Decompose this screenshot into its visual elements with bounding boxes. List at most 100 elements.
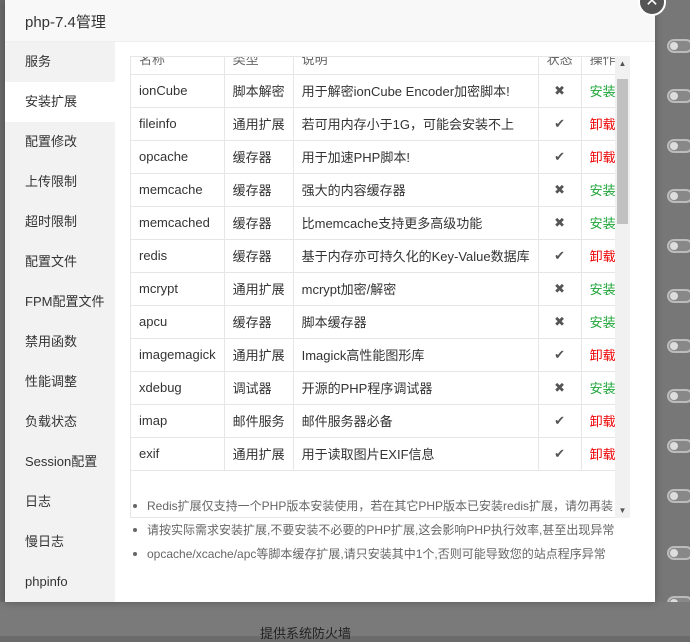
cross-icon: ✖	[538, 305, 582, 339]
column-header-desc: 说明	[293, 57, 539, 75]
background-toggle	[667, 89, 690, 103]
sidebar-item-log[interactable]: 日志	[5, 482, 115, 522]
note-text: 请按实际需求安装扩展,不要安装不必要的PHP扩展,这会影响PHP执行效率,甚至出…	[147, 523, 615, 537]
table-row: exif 通用扩展 用于读取图片EXIF信息 ✔ 卸载	[131, 437, 624, 471]
background-toggle	[667, 189, 690, 203]
background-toggle	[667, 439, 690, 453]
check-icon: ✔	[538, 107, 582, 141]
extension-name: fileinfo	[131, 107, 225, 141]
extension-type: 调试器	[224, 371, 294, 405]
extension-desc: 用于解密ionCube Encoder加密脚本!	[293, 74, 539, 108]
extension-desc: Imagick高性能图形库	[293, 338, 539, 372]
sidebar-item-fpm-config[interactable]: FPM配置文件	[5, 282, 115, 322]
cross-icon: ✖	[538, 206, 582, 240]
extension-type: 缓存器	[224, 305, 294, 339]
column-header-name: 名称	[131, 57, 225, 75]
background-toggle	[667, 339, 690, 353]
table-row: ionCube 脚本解密 用于解密ionCube Encoder加密脚本! ✖ 安装	[131, 74, 624, 108]
table-row: fileinfo 通用扩展 若可用内存小于1G，可能会安装不上 ✔ 卸载	[131, 107, 624, 141]
table-scrollbar[interactable]: ▲ ▼	[615, 56, 630, 518]
extension-desc: 强大的内容缓存器	[293, 173, 539, 207]
extension-desc: 用于加速PHP脚本!	[293, 140, 539, 174]
table-row: imagemagick 通用扩展 Imagick高性能图形库 ✔ 卸载	[131, 338, 624, 372]
extension-desc: 邮件服务器必备	[293, 404, 539, 438]
table-header-row: 名称 类型 说明 状态 操作	[131, 57, 624, 75]
background-label: 提供系统防火墙	[260, 626, 352, 641]
table-row: redis 缓存器 基于内存亦可持久化的Key-Value数据库 ✔ 卸载	[131, 239, 624, 273]
cross-icon: ✖	[538, 371, 582, 405]
extension-name: memcache	[131, 173, 225, 207]
bullet-icon	[133, 504, 137, 508]
sidebar: 服务 安装扩展 配置修改 上传限制 超时限制 配置文件 FPM配置文件 禁用函数…	[5, 42, 115, 602]
table-row: mcrypt 通用扩展 mcrypt加密/解密 ✖ 安装	[131, 272, 624, 306]
sidebar-item-slow-log[interactable]: 慢日志	[5, 522, 115, 562]
extension-name: apcu	[131, 305, 225, 339]
extension-desc: 若可用内存小于1G，可能会安装不上	[293, 107, 539, 141]
extension-type: 通用扩展	[224, 437, 294, 471]
sidebar-item-service[interactable]: 服务	[5, 42, 115, 82]
extension-type: 缓存器	[224, 239, 294, 273]
background-toggle	[667, 239, 690, 253]
extension-desc: 开源的PHP程序调试器	[293, 371, 539, 405]
sidebar-item-performance[interactable]: 性能调整	[5, 362, 115, 402]
table-row: xdebug 调试器 开源的PHP程序调试器 ✖ 安装	[131, 371, 624, 405]
extension-name: opcache	[131, 140, 225, 174]
table-row: apcu 缓存器 脚本缓存器 ✖ 安装	[131, 305, 624, 339]
background-toggle	[667, 546, 690, 560]
extensions-table: 名称 类型 说明 状态 操作 ionCube 脚本解密 用于解密ionCube En…	[131, 57, 624, 471]
column-header-type: 类型	[224, 57, 294, 75]
sidebar-item-install-extensions[interactable]: 安装扩展	[5, 82, 115, 122]
check-icon: ✔	[538, 404, 582, 438]
extension-name: memcached	[131, 206, 225, 240]
extension-type: 通用扩展	[224, 338, 294, 372]
sidebar-item-upload-limit[interactable]: 上传限制	[5, 162, 115, 202]
extension-type: 脚本解密	[224, 74, 294, 108]
extension-desc: 脚本缓存器	[293, 305, 539, 339]
dialog-title: php-7.4管理	[25, 14, 106, 31]
note-text: Redis扩展仅支持一个PHP版本安装使用，若在其它PHP版本已安装redis扩…	[147, 499, 614, 513]
note-item: 请按实际需求安装扩展,不要安装不必要的PHP扩展,这会影响PHP执行效率,甚至出…	[130, 521, 645, 538]
column-header-status: 状态	[538, 57, 582, 75]
table-row: memcached 缓存器 比memcache支持更多高级功能 ✖ 安装	[131, 206, 624, 240]
extension-name: ionCube	[131, 74, 225, 108]
sidebar-item-session-config[interactable]: Session配置	[5, 442, 115, 482]
table-row: imap 邮件服务 邮件服务器必备 ✔ 卸载	[131, 404, 624, 438]
background-toggle	[667, 489, 690, 503]
extension-type: 缓存器	[224, 173, 294, 207]
sidebar-item-load-status[interactable]: 负载状态	[5, 402, 115, 442]
cross-icon: ✖	[538, 173, 582, 207]
sidebar-item-disabled-functions[interactable]: 禁用函数	[5, 322, 115, 362]
extension-type: 通用扩展	[224, 107, 294, 141]
extension-name: imap	[131, 404, 225, 438]
check-icon: ✔	[538, 437, 582, 471]
sidebar-item-config-file[interactable]: 配置文件	[5, 242, 115, 282]
cross-icon: ✖	[538, 272, 582, 306]
note-text: opcache/xcache/apc等脚本缓存扩展,请只安装其中1个,否则可能导…	[147, 547, 606, 561]
extension-name: imagemagick	[131, 338, 225, 372]
extension-type: 通用扩展	[224, 272, 294, 306]
table-row: opcache 缓存器 用于加速PHP脚本! ✔ 卸载	[131, 140, 624, 174]
extension-desc: 用于读取图片EXIF信息	[293, 437, 539, 471]
extension-name: mcrypt	[131, 272, 225, 306]
sidebar-item-config-edit[interactable]: 配置修改	[5, 122, 115, 162]
extension-type: 缓存器	[224, 140, 294, 174]
sidebar-item-timeout-limit[interactable]: 超时限制	[5, 202, 115, 242]
background-toggle	[667, 139, 690, 153]
background-toggle	[667, 289, 690, 303]
scroll-up-icon[interactable]: ▲	[615, 56, 630, 71]
extension-name: exif	[131, 437, 225, 471]
extensions-table-container: 名称 类型 说明 状态 操作 ionCube 脚本解密 用于解密ionCube En…	[130, 56, 630, 518]
extension-type: 缓存器	[224, 206, 294, 240]
extension-desc: 基于内存亦可持久化的Key-Value数据库	[293, 239, 539, 273]
sidebar-item-phpinfo[interactable]: phpinfo	[5, 562, 115, 602]
dialog-header: php-7.4管理	[5, 0, 655, 42]
extension-type: 邮件服务	[224, 404, 294, 438]
php-manager-dialog: php-7.4管理 ✕ 服务 安装扩展 配置修改 上传限制 超时限制 配置文件 …	[5, 0, 666, 602]
note-item: opcache/xcache/apc等脚本缓存扩展,请只安装其中1个,否则可能导…	[130, 545, 645, 562]
scroll-thumb[interactable]	[617, 79, 628, 224]
cross-icon: ✖	[538, 74, 582, 108]
note-item: Redis扩展仅支持一个PHP版本安装使用，若在其它PHP版本已安装redis扩…	[130, 497, 645, 514]
table-row: memcache 缓存器 强大的内容缓存器 ✖ 安装	[131, 173, 624, 207]
check-icon: ✔	[538, 239, 582, 273]
bullet-icon	[133, 528, 137, 532]
